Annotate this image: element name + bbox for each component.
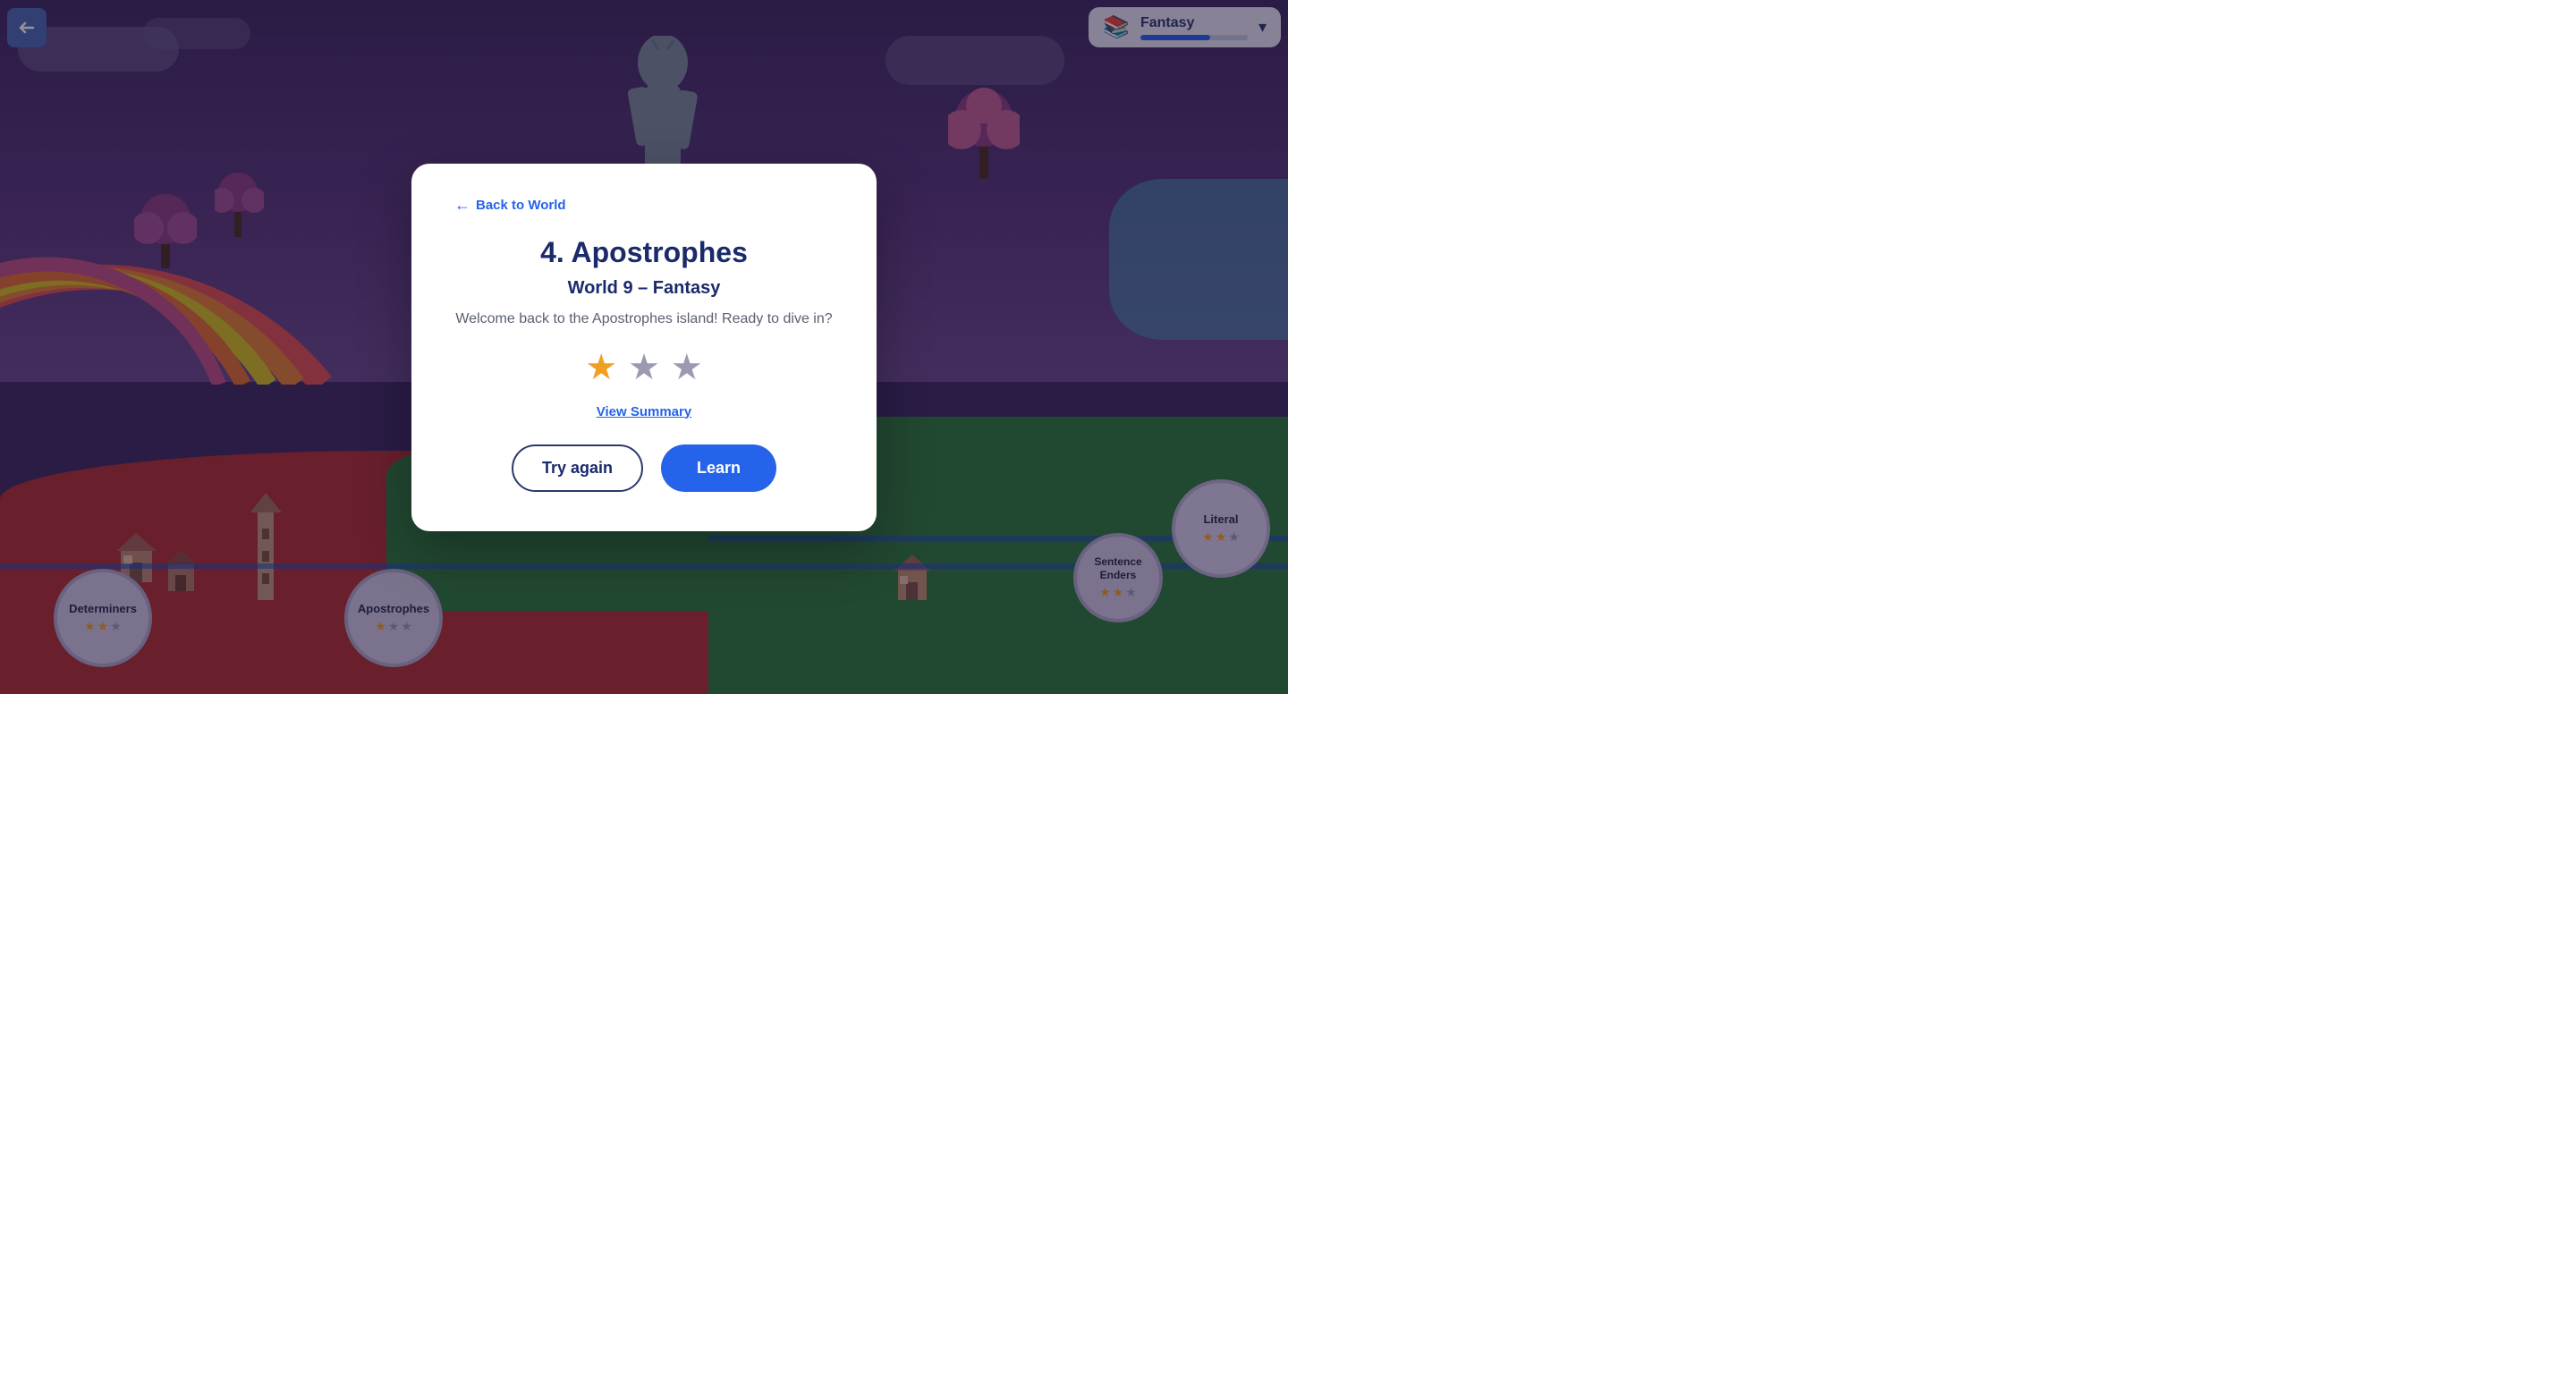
modal-stars: ★ ★ ★	[454, 347, 834, 388]
modal-actions: Try again Learn	[454, 444, 834, 492]
modal: ← Back to World 4. Apostrophes World 9 –…	[411, 164, 877, 531]
try-again-button[interactable]: Try again	[512, 444, 643, 492]
modal-star-empty-1: ★	[628, 347, 660, 388]
back-to-world-button[interactable]: ← Back to World	[454, 196, 834, 215]
back-arrow-icon: ←	[454, 196, 470, 215]
modal-overlay: ← Back to World 4. Apostrophes World 9 –…	[0, 0, 1288, 694]
modal-star-full-1: ★	[585, 347, 617, 388]
learn-button[interactable]: Learn	[661, 444, 776, 492]
view-summary-link[interactable]: View Summary	[454, 404, 834, 419]
back-to-world-label: Back to World	[476, 198, 566, 213]
modal-description: Welcome back to the Apostrophes island! …	[454, 311, 834, 327]
modal-star-empty-2: ★	[671, 347, 703, 388]
modal-subtitle: World 9 – Fantasy	[454, 278, 834, 299]
modal-title: 4. Apostrophes	[454, 236, 834, 269]
